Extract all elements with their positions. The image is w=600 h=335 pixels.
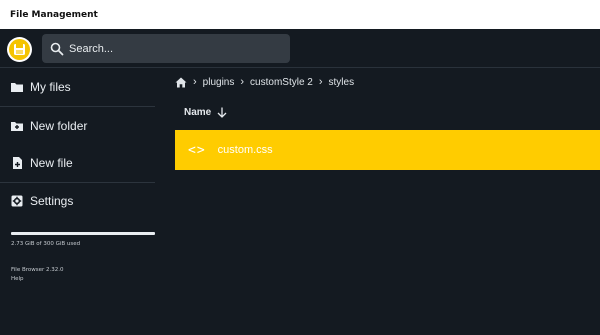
chevron-right-icon: › bbox=[318, 76, 323, 88]
folder-icon bbox=[10, 80, 24, 94]
sidebar-item-new-folder[interactable]: New folder bbox=[0, 107, 155, 145]
file-name: custom.css bbox=[217, 144, 273, 156]
sidebar-item-label: My files bbox=[30, 80, 71, 94]
search-icon bbox=[50, 42, 64, 55]
chevron-right-icon: › bbox=[240, 76, 245, 88]
sidebar-item-new-file[interactable]: New file bbox=[0, 144, 155, 182]
settings-icon bbox=[10, 194, 24, 208]
file-plus-icon bbox=[10, 156, 24, 170]
app-logo[interactable] bbox=[7, 37, 32, 62]
code-icon: <> bbox=[188, 142, 206, 158]
sidebar-item-my-files[interactable]: My files bbox=[0, 68, 155, 106]
version-text: File Browser 2.32.0 bbox=[11, 267, 64, 273]
file-row[interactable]: <> custom.css bbox=[175, 130, 600, 170]
sidebar: My files New folder New file Settings 2.… bbox=[0, 68, 155, 335]
sidebar-item-label: New folder bbox=[30, 119, 88, 133]
logo-icon bbox=[14, 44, 25, 55]
arrow-down-icon bbox=[217, 107, 227, 118]
search-input[interactable] bbox=[69, 42, 269, 55]
storage-usage-bar bbox=[11, 232, 155, 235]
breadcrumb: › plugins › customStyle 2 › styles bbox=[175, 74, 354, 90]
search-box[interactable] bbox=[42, 34, 290, 63]
sidebar-item-settings[interactable]: Settings bbox=[0, 182, 155, 220]
folder-plus-icon bbox=[10, 119, 24, 133]
breadcrumb-item[interactable]: plugins bbox=[203, 77, 235, 88]
app-bar bbox=[0, 29, 600, 68]
help-link[interactable]: Help bbox=[11, 276, 24, 282]
sidebar-item-label: Settings bbox=[30, 194, 74, 208]
storage-usage-text: 2.73 GiB of 300 GiB used bbox=[11, 241, 81, 247]
column-header-name: Name bbox=[184, 107, 212, 118]
home-icon[interactable] bbox=[175, 77, 187, 88]
file-listing: › plugins › customStyle 2 › styles Name … bbox=[175, 68, 600, 335]
breadcrumb-item[interactable]: customStyle 2 bbox=[250, 77, 313, 88]
chevron-right-icon: › bbox=[193, 76, 197, 88]
window-title: File Management bbox=[0, 0, 600, 29]
breadcrumb-item[interactable]: styles bbox=[329, 77, 355, 88]
sort-by-name-header[interactable]: Name bbox=[184, 107, 227, 118]
sidebar-item-label: New file bbox=[30, 156, 73, 170]
